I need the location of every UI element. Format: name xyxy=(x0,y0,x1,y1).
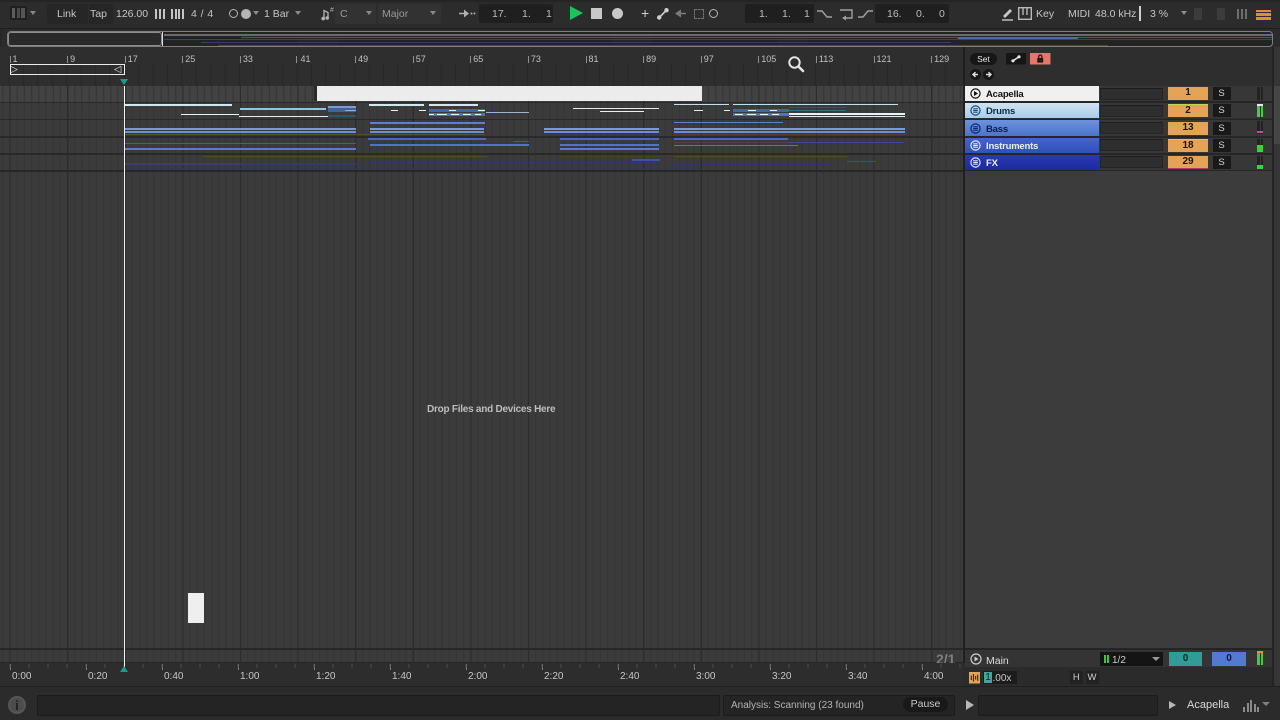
svg-text:#: # xyxy=(330,7,334,14)
